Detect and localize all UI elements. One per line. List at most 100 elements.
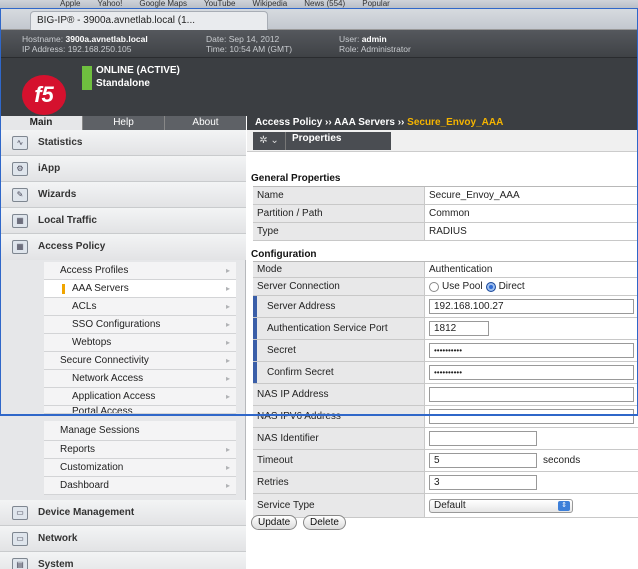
sidebar-sub-webtops[interactable]: Webtops ▸ — [44, 334, 236, 352]
service-type-select[interactable]: Default ⇕ — [429, 498, 573, 513]
sidebar-item-device-management[interactable]: ▭ Device Management — [0, 500, 246, 526]
bookmark-apple[interactable]: Apple — [60, 0, 80, 8]
chevron-right-icon: ▸ — [225, 320, 230, 329]
chevron-right-icon: ▸ — [225, 356, 230, 365]
gear-icon[interactable]: ✲ ⌄ — [253, 132, 285, 150]
table-row: NAS Identifier — [253, 428, 638, 450]
secret-input[interactable]: •••••••••• — [429, 343, 634, 358]
traffic-icon: ▦ — [12, 214, 28, 228]
bookmark-popular[interactable]: Popular — [362, 0, 390, 8]
nas-ip-label: NAS IP Address — [253, 384, 425, 405]
chevron-right-icon: ▸ — [225, 481, 230, 490]
sidebar-item-access-policy[interactable]: ▦ Access Policy — [0, 234, 246, 260]
direct-label: Direct — [498, 281, 525, 292]
user-label: User: — [339, 34, 360, 44]
date-label: Date: — [206, 34, 227, 44]
ip-label: IP Address: — [22, 44, 66, 54]
sidebar-item-label: Device Management — [38, 507, 135, 518]
name-label: Name — [253, 187, 425, 204]
general-properties-table: Name Secure_Envoy_AAA Partition / Path Com… — [253, 186, 638, 241]
active-marker — [62, 284, 65, 294]
type-label: Type — [253, 223, 425, 240]
main-content: Access Policy ›› AAA Servers ›› Secure_E… — [247, 116, 638, 569]
bookmark-google-maps[interactable]: Google Maps — [139, 0, 187, 8]
date-info: Date: Sep 14, 2012 Time: 10:54 AM (GMT) — [206, 34, 292, 54]
confirm-secret-label: Confirm Secret — [253, 362, 425, 383]
tab-main[interactable]: Main — [0, 116, 82, 130]
breadcrumb-current: Secure_Envoy_AAA — [407, 117, 504, 128]
sidebar-item-iapp[interactable]: ⚙ iApp — [0, 156, 246, 182]
breadcrumb-separator: ›› — [325, 117, 332, 128]
auth-port-input[interactable]: 1812 — [429, 321, 489, 336]
user-info: User: admin Role: Administrator — [339, 34, 411, 54]
chevron-right-icon: ▸ — [225, 338, 230, 347]
nas-ipv6-input[interactable] — [429, 409, 634, 424]
configuration-table: Mode Authentication Server Connection Us… — [253, 261, 638, 518]
tab-about[interactable]: About — [164, 116, 246, 130]
sidebar-item-network[interactable]: ▭ Network — [0, 526, 246, 552]
sidebar-sub-acls[interactable]: ACLs ▸ — [44, 298, 236, 316]
sidebar-sub-application-access[interactable]: Application Access ▸ — [44, 388, 236, 406]
sidebar-sub-dashboard[interactable]: Dashboard ▸ — [44, 477, 236, 495]
bookmark-youtube[interactable]: YouTube — [204, 0, 235, 8]
server-connection-options: Use Pool Direct — [429, 278, 525, 295]
host-info: Hostname: 3900a.avnetlab.local IP Addres… — [22, 34, 148, 54]
role-label: Role: — [339, 44, 359, 54]
table-row: Timeout 5 seconds — [253, 450, 638, 472]
table-row: Mode Authentication — [253, 262, 638, 278]
sidebar-sub-access-profiles[interactable]: Access Profiles ▸ — [44, 262, 236, 280]
retries-input[interactable]: 3 — [429, 475, 537, 490]
sidebar-sub-sso-configurations[interactable]: SSO Configurations ▸ — [44, 316, 236, 334]
access-policy-icon: ▦ — [12, 240, 28, 254]
nas-identifier-input[interactable] — [429, 431, 537, 446]
tab-help[interactable]: Help — [82, 116, 164, 130]
sidebar-item-wizards[interactable]: ✎ Wizards — [0, 182, 246, 208]
hostname-label: Hostname: — [22, 34, 64, 44]
partition-value: Common — [429, 208, 470, 219]
direct-radio[interactable] — [485, 281, 496, 292]
server-address-label: Server Address — [253, 296, 425, 317]
sidebar-item-label: Access Policy — [38, 241, 106, 252]
bookmark-yahoo[interactable]: Yahoo! — [98, 0, 123, 8]
bookmark-wikipedia[interactable]: Wikipedia — [253, 0, 288, 8]
delete-button[interactable]: Delete — [303, 515, 346, 530]
timeout-input[interactable]: 5 — [429, 453, 537, 468]
breadcrumb-separator: ›› — [397, 117, 405, 128]
timeout-unit: seconds — [543, 455, 581, 466]
nas-ipv6-label: NAS IPV6 Address — [253, 406, 425, 427]
table-row: Secret •••••••••• — [253, 340, 638, 362]
sidebar-item-statistics[interactable]: ∿ Statistics — [0, 130, 246, 156]
browser-tab[interactable]: BIG-IP® - 3900a.avnetlab.local (1... — [30, 11, 268, 30]
retries-label: Retries — [253, 472, 425, 493]
configuration-title: Configuration — [251, 249, 317, 260]
server-connection-label: Server Connection — [253, 278, 425, 295]
breadcrumb: Access Policy ›› AAA Servers ›› Secure_E… — [247, 116, 638, 130]
use-pool-radio[interactable] — [429, 281, 439, 292]
sidebar-sub-customization[interactable]: Customization ▸ — [44, 459, 236, 477]
type-value: RADIUS — [429, 226, 467, 237]
sidebar-item-label: Wizards — [38, 189, 77, 200]
breadcrumb-access-policy[interactable]: Access Policy — [255, 117, 322, 128]
sidebar-item-local-traffic[interactable]: ▦ Local Traffic — [0, 208, 246, 234]
sidebar-sub-aaa-servers[interactable]: AAA Servers ▸ — [44, 280, 236, 298]
chevron-right-icon: ▸ — [225, 445, 230, 454]
sidebar-item-label: Network — [38, 533, 78, 544]
sidebar-sub-portal-access[interactable]: Portal Access — [44, 406, 236, 414]
status-online: ONLINE (ACTIVE) — [96, 65, 180, 76]
breadcrumb-aaa-servers[interactable]: AAA Servers — [334, 117, 395, 128]
nas-ip-input[interactable] — [429, 387, 634, 402]
date-value: Sep 14, 2012 — [228, 34, 280, 44]
update-button[interactable]: Update — [251, 515, 298, 530]
sidebar-sub-secure-connectivity[interactable]: Secure Connectivity ▸ — [44, 352, 236, 370]
sidebar-sub-manage-sessions[interactable]: Manage Sessions — [44, 421, 236, 441]
name-value: Secure_Envoy_AAA — [429, 190, 520, 201]
sidebar-sub-network-access[interactable]: Network Access ▸ — [44, 370, 236, 388]
server-address-input[interactable]: 192.168.100.27 — [429, 299, 634, 314]
sidebar-item-system[interactable]: ▤ System — [0, 552, 246, 569]
confirm-secret-input[interactable]: •••••••••• — [429, 365, 634, 380]
role-value: Administrator — [360, 44, 411, 54]
table-row: Server Address 192.168.100.27 — [253, 296, 638, 318]
tab-properties[interactable]: Properties — [285, 132, 391, 150]
sidebar-sub-reports[interactable]: Reports ▸ — [44, 441, 236, 459]
bookmark-news[interactable]: News (554) — [304, 0, 345, 8]
